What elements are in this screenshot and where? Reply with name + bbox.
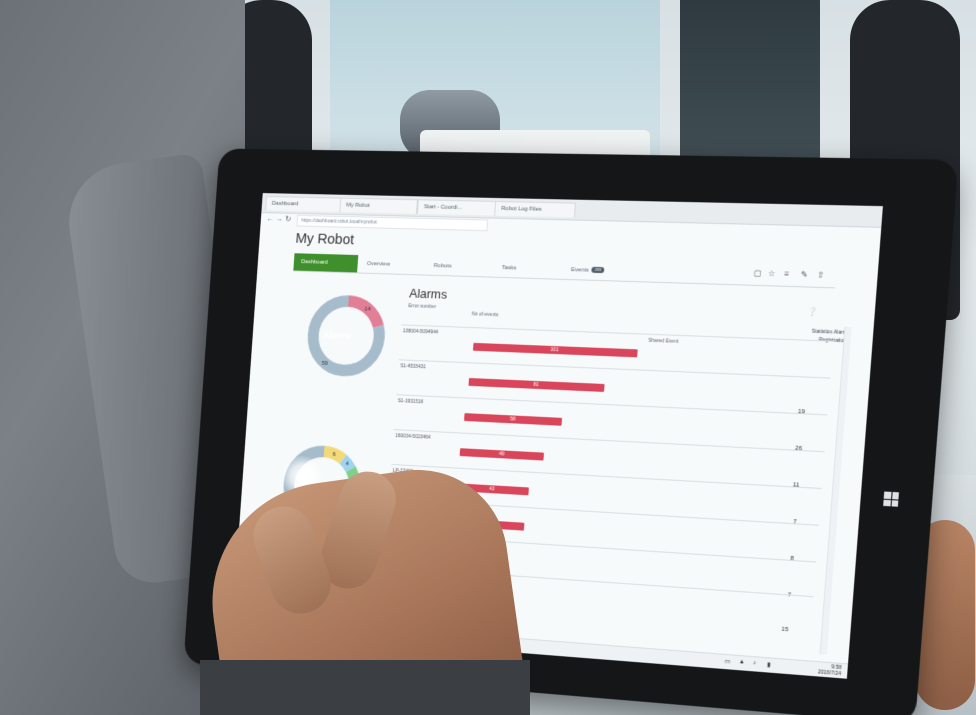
alarm-count: 15 (781, 626, 789, 634)
tab-tasks[interactable]: Tasks (493, 259, 561, 279)
back-icon[interactable]: ← (266, 214, 274, 224)
volume-icon[interactable]: ♪ (753, 660, 757, 666)
forward-icon[interactable]: → (275, 214, 283, 224)
alarm-bar-value: 49 (498, 451, 505, 458)
browser-tab[interactable]: Start - Coordi... (416, 199, 498, 216)
tab-events-label: Events (570, 267, 590, 274)
alarm-bar-value: 58 (509, 416, 516, 423)
table-row-divider (398, 359, 831, 379)
page-title: My Robot (295, 230, 355, 249)
hub-icon[interactable]: ≡ (784, 269, 789, 278)
tab-events[interactable]: Events 283 (563, 261, 633, 281)
browser-tab[interactable]: Dashboard (265, 196, 350, 213)
favorite-star-icon[interactable]: ☆ (768, 269, 776, 278)
alarm-code[interactable]: S1-1931516 (398, 398, 424, 405)
refresh-icon[interactable]: ↻ (285, 215, 292, 225)
network-icon[interactable]: ▲ (739, 659, 745, 666)
column-header: Error number (408, 303, 437, 311)
reading-view-icon[interactable]: ▢ (753, 269, 761, 278)
photo-scene: Dashboard My Robot Start - Coordi... Rob… (0, 0, 976, 715)
windows-logo-icon (883, 491, 899, 507)
browser-tab[interactable]: Robot Log Files (494, 200, 576, 218)
clock-date: 2016/7/24 (817, 669, 842, 678)
tab-dashboard[interactable]: Dashboard (293, 253, 359, 273)
alarm-bar-value: 101 (550, 346, 559, 354)
action-center-icon[interactable]: ▭ (724, 658, 730, 665)
table-row-divider (396, 394, 828, 416)
clock[interactable]: 9:58 2016/7/24 (818, 663, 842, 677)
donut-segment-label: 14 (364, 306, 371, 312)
alarm-code[interactable]: S1-4533431 (400, 363, 426, 370)
share-icon[interactable]: ⇧ (817, 270, 825, 279)
alarm-code[interactable]: 160034-5023464 (395, 433, 431, 441)
alarm-bar-value: 81 (533, 381, 539, 388)
alarm-links: Statistics Alarm Registration (749, 325, 848, 345)
scrollbar[interactable] (819, 326, 852, 655)
tab-overview[interactable]: Overview (359, 255, 425, 274)
donut-center-label: Alarms (322, 330, 352, 341)
shirt-cuff (200, 660, 530, 715)
column-header: No of events (471, 311, 499, 319)
table-row-divider (393, 429, 825, 453)
battery-icon[interactable]: ▮ (767, 661, 771, 668)
alarms-heading: Alarms (408, 285, 448, 302)
alarm-code[interactable]: 138004-5094944 (403, 328, 439, 335)
alarm-count (787, 372, 808, 373)
donut-segment-label: 59 (321, 361, 327, 367)
help-icon[interactable]: ❔ (807, 307, 818, 317)
donut-segment-label: 6 (332, 452, 335, 458)
note-icon[interactable]: ✎ (800, 270, 808, 279)
browser-tab[interactable]: My Robot (339, 197, 418, 214)
events-count-badge: 283 (591, 267, 605, 274)
column-header: Shared Event (648, 337, 679, 345)
tab-robots[interactable]: Robots (426, 257, 493, 277)
